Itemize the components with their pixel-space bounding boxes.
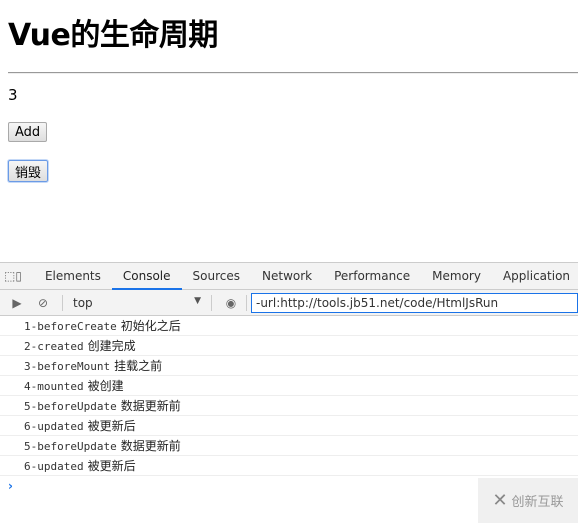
- sidebar-toggle-icon[interactable]: ▶: [4, 296, 30, 310]
- console-message: 5-beforeUpdate 数据更新前: [0, 436, 578, 456]
- clear-console-icon[interactable]: ⊘: [30, 296, 56, 310]
- log-text: 数据更新前: [120, 439, 181, 453]
- tab-sources[interactable]: Sources: [182, 263, 251, 290]
- context-value: top: [73, 295, 93, 310]
- add-button[interactable]: Add: [8, 122, 48, 142]
- page-content: Vue的生命周期 3 Add 销毁: [0, 0, 578, 262]
- tab-performance[interactable]: Performance: [323, 263, 421, 290]
- log-code: 6-updated: [24, 420, 84, 433]
- context-selector[interactable]: top ▼: [69, 296, 205, 310]
- log-code: 5-beforeUpdate: [24, 400, 117, 413]
- log-text: 被更新后: [87, 459, 136, 473]
- console-toolbar: ▶ ⊘ top ▼ ◉: [0, 290, 578, 316]
- log-text: 创建完成: [87, 339, 136, 353]
- watermark-logo: ✕ 创新互联: [478, 478, 578, 523]
- page-title: Vue的生命周期: [8, 18, 218, 53]
- logo-icon: ✕: [492, 490, 508, 511]
- device-toolbar-icon[interactable]: ▯: [15, 269, 22, 283]
- log-code: 2-created: [24, 340, 84, 353]
- log-code: 6-updated: [24, 460, 84, 473]
- divider: [8, 72, 578, 74]
- divider: [246, 294, 247, 311]
- console-message: 4-mounted 被创建: [0, 376, 578, 396]
- log-text: 挂载之前: [114, 359, 163, 373]
- tab-memory[interactable]: Memory: [421, 263, 492, 290]
- console-message: 1-beforeCreate 初始化之后: [0, 316, 578, 336]
- console-log-list: 1-beforeCreate 初始化之后 2-created 创建完成 3-before…: [0, 316, 578, 476]
- log-code: 3-beforeMount: [24, 360, 111, 373]
- console-message: 3-beforeMount 挂载之前: [0, 356, 578, 376]
- console-message: 6-updated 被更新后: [0, 416, 578, 436]
- log-code: 1-beforeCreate: [24, 320, 117, 333]
- log-code: 4-mounted: [24, 380, 84, 393]
- destroy-button[interactable]: 销毁: [8, 160, 49, 182]
- console-message: 2-created 创建完成: [0, 336, 578, 356]
- log-text: 被更新后: [87, 419, 136, 433]
- console-message: 6-updated 被更新后: [0, 456, 578, 476]
- divider: [62, 294, 63, 311]
- log-text: 初始化之后: [120, 319, 181, 333]
- log-text: 被创建: [87, 379, 124, 393]
- tab-console[interactable]: Console: [111, 263, 182, 290]
- console-filter-input[interactable]: [251, 292, 578, 313]
- log-text: 数据更新前: [120, 399, 181, 413]
- divider: [211, 294, 212, 311]
- log-code: 5-beforeUpdate: [24, 440, 117, 453]
- eye-icon[interactable]: ◉: [218, 296, 244, 310]
- inspect-element-icon[interactable]: ⬚: [4, 269, 15, 283]
- tab-network[interactable]: Network: [251, 263, 323, 290]
- counter-value: 3: [8, 86, 18, 104]
- devtools-tabbar: ⬚ ▯ Elements Console Sources Network Per…: [0, 263, 578, 290]
- chevron-down-icon: ▼: [194, 295, 201, 306]
- tab-application[interactable]: Application: [492, 263, 578, 290]
- console-message: 5-beforeUpdate 数据更新前: [0, 396, 578, 416]
- tab-elements[interactable]: Elements: [34, 263, 112, 290]
